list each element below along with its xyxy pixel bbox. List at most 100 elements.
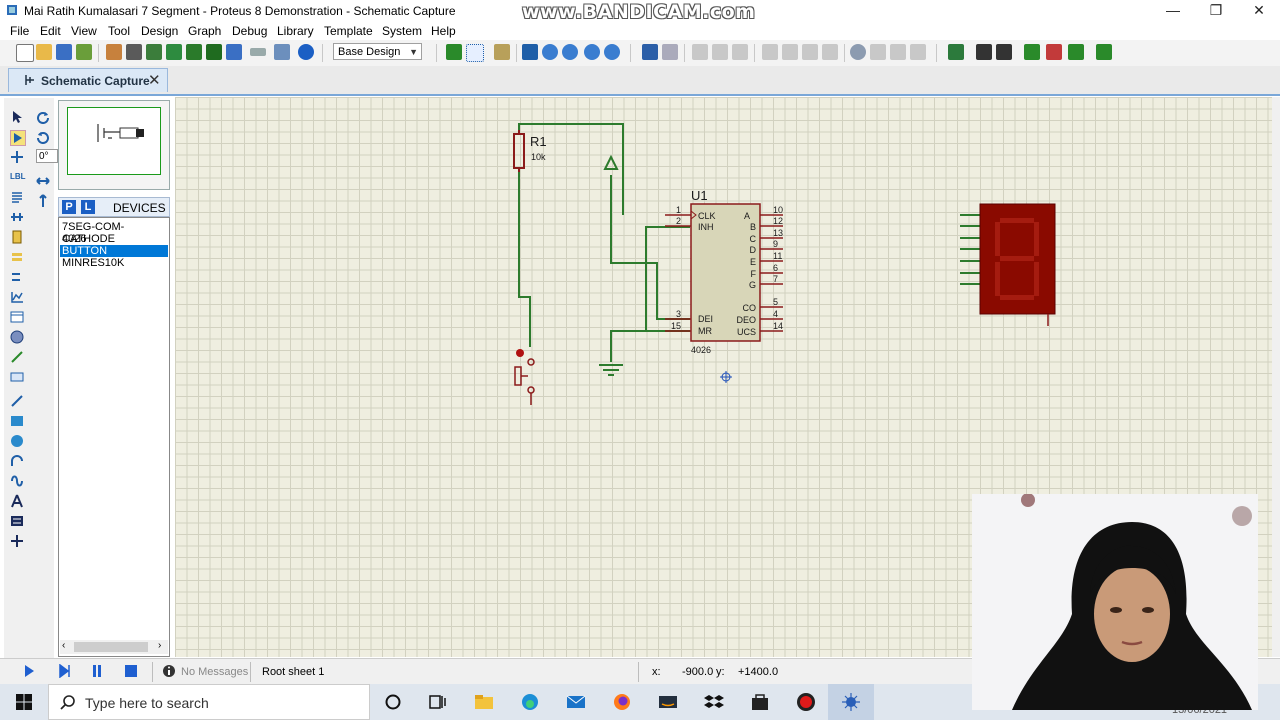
- cut-icon[interactable]: [692, 44, 708, 60]
- maximize-button[interactable]: ❐: [1194, 0, 1238, 22]
- menu-view[interactable]: View: [71, 24, 97, 38]
- device-item-7seg[interactable]: 7SEG-COM-CATHODE: [60, 221, 168, 245]
- schematic-icon[interactable]: [126, 44, 142, 60]
- virtual-instruments-icon[interactable]: [10, 370, 24, 384]
- taskbar-search-box[interactable]: Type here to search: [48, 684, 370, 720]
- circle-tool-icon[interactable]: [10, 434, 24, 448]
- pan-icon[interactable]: [522, 44, 538, 60]
- library-manager-button[interactable]: L: [81, 200, 95, 214]
- pick-parts-icon[interactable]: [850, 44, 866, 60]
- wire-mr-ground[interactable]: [610, 330, 690, 362]
- overview-viewport[interactable]: [67, 107, 161, 175]
- subcircuit-icon[interactable]: [10, 230, 24, 244]
- block-rotate-icon[interactable]: [802, 44, 818, 60]
- path-tool-icon[interactable]: [10, 474, 24, 488]
- chip-u1[interactable]: [665, 203, 783, 342]
- menu-template[interactable]: Template: [324, 24, 373, 38]
- project-notes-icon[interactable]: [274, 44, 290, 60]
- refresh-icon[interactable]: [446, 44, 462, 60]
- block-copy-icon[interactable]: [762, 44, 778, 60]
- origin-icon[interactable]: [494, 44, 510, 60]
- messages-status[interactable]: No Messages: [181, 666, 248, 678]
- power-terminal-icon[interactable]: [603, 154, 619, 170]
- source-code-icon[interactable]: [250, 48, 266, 56]
- packaging-tool-icon[interactable]: [890, 44, 906, 60]
- remove-sheet-icon[interactable]: [1046, 44, 1062, 60]
- windows-start-icon[interactable]: [14, 692, 34, 712]
- undo-icon[interactable]: [642, 44, 658, 60]
- pcb-layout-icon[interactable]: [146, 44, 162, 60]
- tab-schematic-capture[interactable]: Schematic Capture ✕: [8, 68, 168, 92]
- close-tab-icon[interactable]: ✕: [148, 71, 161, 89]
- minimize-button[interactable]: —: [1151, 0, 1195, 22]
- decompose-icon[interactable]: [910, 44, 926, 60]
- resistor-r1[interactable]: [513, 133, 525, 169]
- save-icon[interactable]: [56, 44, 72, 60]
- seven-segment-display[interactable]: [979, 203, 1056, 326]
- open-folder-icon[interactable]: [36, 44, 52, 60]
- device-item-minres10k[interactable]: MINRES10K: [60, 257, 168, 269]
- make-device-icon[interactable]: [870, 44, 886, 60]
- menu-tool[interactable]: Tool: [108, 24, 130, 38]
- menu-help[interactable]: Help: [431, 24, 456, 38]
- amazon-icon[interactable]: [658, 692, 678, 712]
- device-item-button[interactable]: BUTTON: [60, 245, 168, 257]
- firefox-icon[interactable]: [612, 692, 632, 712]
- import-icon[interactable]: [76, 44, 92, 60]
- new-file-icon[interactable]: [16, 44, 34, 62]
- terminals-icon[interactable]: [10, 250, 24, 264]
- menu-edit[interactable]: Edit: [40, 24, 61, 38]
- new-sheet-icon[interactable]: [1024, 44, 1040, 60]
- text-script-icon[interactable]: [10, 190, 24, 204]
- rotation-angle-field[interactable]: 0°: [36, 149, 58, 163]
- layer-select[interactable]: Base Design ▼: [333, 43, 422, 60]
- generator-mode-icon[interactable]: [10, 330, 24, 344]
- block-move-icon[interactable]: [782, 44, 798, 60]
- arc-tool-icon[interactable]: [10, 454, 24, 468]
- pushbutton[interactable]: [514, 349, 535, 405]
- text-tool-icon[interactable]: [10, 494, 24, 508]
- scroll-left-icon[interactable]: ‹: [62, 640, 65, 651]
- wire-resistor-button[interactable]: [518, 172, 531, 347]
- file-explorer-icon[interactable]: [474, 692, 494, 712]
- step-icon[interactable]: [58, 664, 72, 678]
- tape-recorder-icon[interactable]: [10, 310, 24, 324]
- 3d-viewer-icon[interactable]: [186, 44, 202, 60]
- junction-dot-icon[interactable]: [10, 150, 24, 164]
- zoom-out-icon[interactable]: [562, 44, 578, 60]
- scroll-thumb[interactable]: [74, 642, 148, 652]
- voltage-probe-icon[interactable]: [10, 350, 24, 364]
- line-tool-icon[interactable]: [10, 394, 24, 408]
- pick-devices-button[interactable]: P: [62, 200, 76, 214]
- rotate-ccw-icon[interactable]: [36, 130, 50, 144]
- bus-icon[interactable]: [10, 210, 24, 224]
- box-tool-icon[interactable]: [10, 414, 24, 428]
- store-icon[interactable]: [750, 692, 770, 712]
- zoom-area-icon[interactable]: [604, 44, 620, 60]
- proteus-taskbar-item[interactable]: [828, 684, 874, 720]
- selection-mode-icon[interactable]: [10, 110, 24, 124]
- stop-icon[interactable]: [124, 664, 138, 678]
- mirror-vertical-icon[interactable]: [36, 194, 50, 208]
- play-icon[interactable]: [22, 664, 36, 678]
- menu-graph[interactable]: Graph: [188, 24, 221, 38]
- canvas-scrollbar[interactable]: [1272, 97, 1280, 657]
- wire-segment-bus[interactable]: [960, 214, 980, 285]
- ground-terminal-icon[interactable]: [599, 364, 623, 376]
- netlist-icon[interactable]: [1096, 44, 1112, 60]
- home-icon[interactable]: [106, 44, 122, 60]
- menu-debug[interactable]: Debug: [232, 24, 267, 38]
- zoom-in-icon[interactable]: [542, 44, 558, 60]
- scroll-right-icon[interactable]: ›: [158, 640, 161, 651]
- symbol-tool-icon[interactable]: [10, 514, 24, 528]
- menu-design[interactable]: Design: [141, 24, 178, 38]
- device-pins-icon[interactable]: [10, 270, 24, 284]
- mail-icon[interactable]: [566, 692, 586, 712]
- gerber-icon[interactable]: [166, 44, 182, 60]
- wire-inh[interactable]: [645, 226, 690, 331]
- bom-icon[interactable]: [206, 44, 222, 60]
- menu-file[interactable]: File: [10, 24, 29, 38]
- wire-autorouter-icon[interactable]: [948, 44, 964, 60]
- marker-tool-icon[interactable]: [10, 534, 24, 548]
- grid-toggle-icon[interactable]: [466, 44, 484, 62]
